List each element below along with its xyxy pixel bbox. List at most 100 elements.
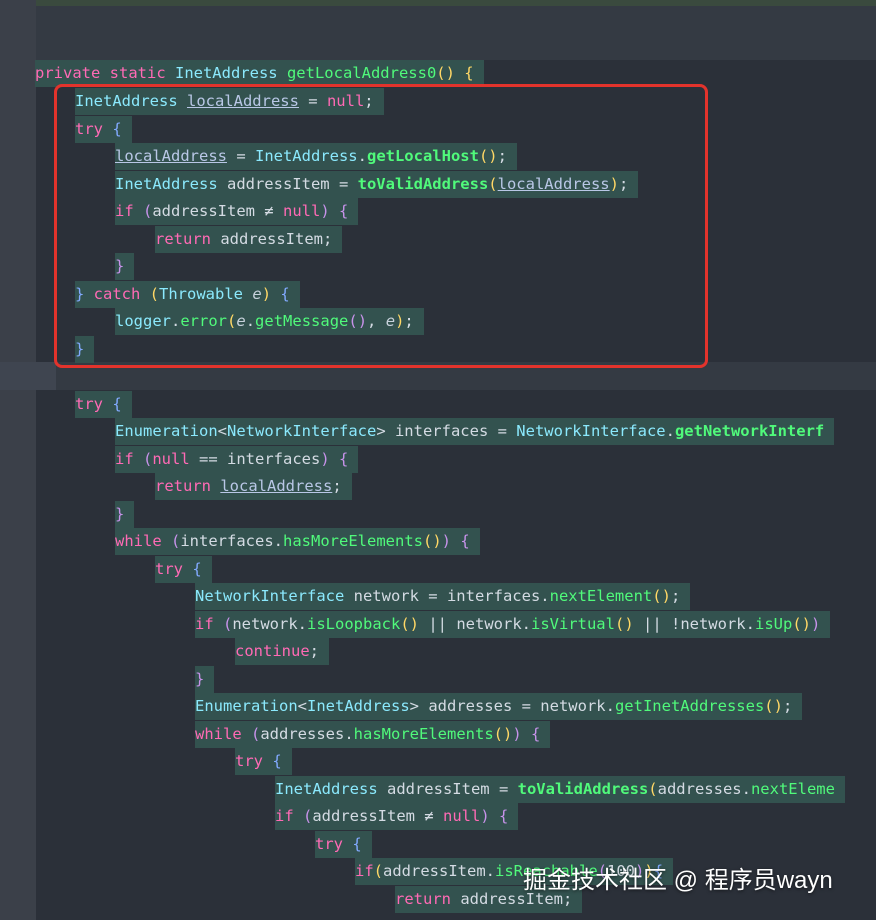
code-token: () (422, 532, 442, 550)
code-token: ) (441, 532, 451, 550)
code-token: if (355, 862, 374, 880)
code-token: () { (436, 64, 474, 82)
code-line-content: InetAddress addressItem = toValidAddress… (275, 776, 845, 803)
code-line-content: } (195, 666, 215, 693)
code-token: getInetAddresses (614, 697, 765, 715)
indent-guide (0, 693, 195, 720)
code-token: InetAddress (174, 64, 287, 82)
code-line-content: private static InetAddress getLocalAddre… (35, 60, 484, 87)
code-token: toValidAddress (517, 780, 649, 798)
code-token: return (155, 477, 221, 495)
code-token: network = interfaces. (353, 587, 550, 605)
code-line[interactable]: } (0, 666, 876, 693)
code-token: () (764, 697, 783, 715)
code-line-content: try { (75, 391, 132, 418)
code-token: addressItem ≠ (312, 807, 443, 825)
code-token: ) (810, 615, 821, 633)
code-token: while (195, 725, 251, 743)
code-token: try (315, 835, 353, 853)
code-line[interactable]: private static InetAddress getLocalAddre… (0, 60, 876, 87)
code-token: ; (332, 477, 342, 495)
code-token: private static (35, 64, 175, 82)
indent-guide (0, 391, 75, 418)
code-line-content: } (115, 501, 135, 528)
code-line-content: return localAddress; (155, 473, 352, 500)
code-token: ; (782, 697, 793, 715)
code-line-content: try { (235, 748, 292, 775)
code-line[interactable]: InetAddress addressItem = toValidAddress… (0, 776, 876, 803)
code-token: isUp (754, 615, 793, 633)
code-token: ( (373, 862, 384, 880)
indent-guide (0, 803, 275, 830)
code-line[interactable]: } (0, 501, 876, 528)
code-token: isVirtual (530, 615, 615, 633)
code-token: try (75, 395, 113, 413)
indent-guide (0, 473, 155, 500)
code-line[interactable]: try { (0, 748, 876, 775)
code-token: ) (480, 807, 490, 825)
code-token: { (192, 560, 202, 578)
code-line-content: while (addresses.hasMoreElements()) { (195, 721, 551, 748)
code-token: null (152, 450, 190, 468)
code-token: getLocalAddress0 (286, 64, 437, 82)
indent-guide (0, 418, 115, 445)
code-token: ( (171, 532, 181, 550)
code-line[interactable]: NetworkInterface network = interfaces.ne… (0, 583, 876, 610)
code-token: == interfaces (189, 450, 321, 468)
code-token: InetAddress (307, 697, 410, 715)
code-token: { (499, 807, 509, 825)
code-line[interactable]: while (interfaces.hasMoreElements()) { (0, 528, 876, 555)
code-editor[interactable]: private static InetAddress getLocalAddre… (0, 0, 876, 920)
code-token: ; (309, 642, 319, 660)
code-token: } (115, 505, 125, 523)
code-token: () (792, 615, 811, 633)
code-token: continue (235, 642, 310, 660)
code-token: return (395, 890, 461, 908)
code-token: () (493, 725, 513, 743)
indent-guide (0, 638, 235, 665)
code-line-content: if (network.isLoopback() || network.isVi… (195, 611, 831, 638)
code-token: || network. (419, 615, 531, 633)
code-token: addresses. (260, 725, 354, 743)
code-token: { (460, 532, 470, 550)
highlight-annotation-box (54, 84, 708, 368)
code-token: { (339, 450, 349, 468)
code-token: ( (648, 780, 658, 798)
code-token: Enumeration (115, 422, 218, 440)
code-token: while (115, 532, 171, 550)
code-line-content: Enumeration<InetAddress> addresses = net… (195, 693, 803, 720)
code-token: hasMoreElements (353, 725, 494, 743)
code-line[interactable]: Enumeration<InetAddress> addresses = net… (0, 693, 876, 720)
code-line-content: if (null == interfaces) { (115, 446, 359, 473)
code-line[interactable]: try { (0, 391, 876, 418)
code-token: ( (223, 615, 233, 633)
code-line[interactable]: while (addresses.hasMoreElements()) { (0, 721, 876, 748)
code-token: NetworkInterface (195, 587, 354, 605)
code-token: < (217, 422, 227, 440)
code-token: interfaces. (180, 532, 283, 550)
code-token: () (652, 587, 671, 605)
indent-guide (0, 583, 195, 610)
code-line[interactable]: continue; (0, 638, 876, 665)
code-token: { (531, 725, 541, 743)
code-token: null (443, 807, 481, 825)
code-token: ) (512, 725, 522, 743)
code-line[interactable]: if (network.isLoopback() || network.isVi… (0, 611, 876, 638)
code-token: ( (251, 725, 261, 743)
indent-guide (0, 858, 355, 885)
code-line-content: continue; (235, 638, 329, 665)
code-token: addressItem = (386, 780, 518, 798)
code-line[interactable]: if (null == interfaces) { (0, 446, 876, 473)
code-line[interactable]: if (addressItem ≠ null) { (0, 803, 876, 830)
code-line[interactable]: return localAddress; (0, 473, 876, 500)
code-line[interactable]: try { (0, 556, 876, 583)
code-line[interactable]: try { (0, 831, 876, 858)
code-token: ; (670, 587, 681, 605)
code-line[interactable]: Enumeration<NetworkInterface> interfaces… (0, 418, 876, 445)
code-token: () (400, 615, 419, 633)
watermark-text: 掘金技术社区 @ 程序员wayn (523, 867, 833, 894)
indent-guide (0, 501, 115, 528)
indent-guide (0, 556, 155, 583)
indent-guide (0, 831, 315, 858)
